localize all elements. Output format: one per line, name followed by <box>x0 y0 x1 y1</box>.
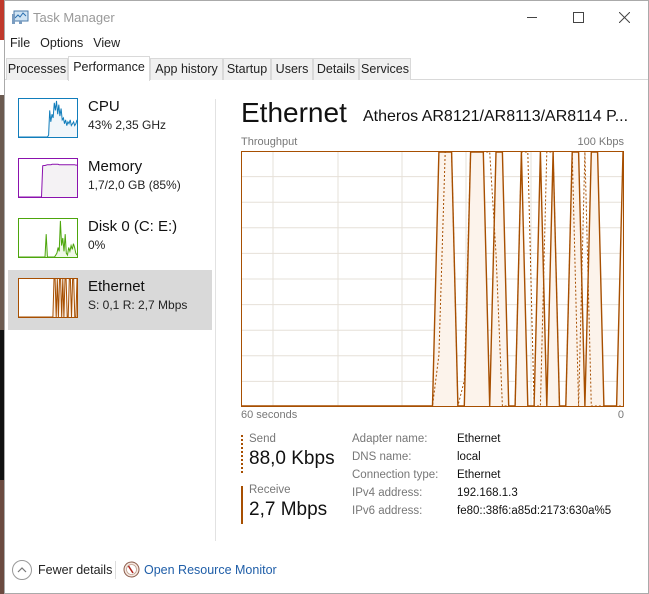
property-key: Connection type: <box>352 469 439 481</box>
receive-value: 2,7 Mbps <box>249 499 328 520</box>
tab-services[interactable]: Services <box>359 58 411 80</box>
title-bar[interactable]: Task Manager <box>5 1 648 33</box>
cpu-thumbnail-graph <box>18 98 78 138</box>
receive-legend-solid-icon <box>241 486 243 524</box>
property-value: 192.168.1.3 <box>457 487 518 499</box>
tab-performance[interactable]: Performance <box>68 56 150 81</box>
fewer-details-link[interactable]: Fewer details <box>38 563 112 577</box>
send-stat: Send 88,0 Kbps <box>241 433 341 473</box>
task-manager-app-icon <box>12 10 29 24</box>
sidebar-item-label: Disk 0 (C: E:) <box>88 218 178 235</box>
sidebar-item-memory[interactable]: Memory 1,7/2,0 GB (85%) <box>8 150 212 210</box>
chevron-up-icon <box>17 567 27 573</box>
sidebar-item-detail: S: 0,1 R: 2,7 Mbps <box>88 298 188 312</box>
property-value: fe80::38f6:a85d:2173:630a%5 <box>457 505 612 517</box>
send-label: Send <box>249 433 276 445</box>
close-button[interactable] <box>601 1 647 33</box>
property-value: Ethernet <box>457 469 501 481</box>
page-title: Ethernet <box>241 97 347 128</box>
thumbnail-line <box>19 278 78 318</box>
sidebar-item-detail: 43% 2,35 GHz <box>88 118 167 132</box>
chart-title: Throughput <box>241 136 298 148</box>
menu-file[interactable]: File <box>5 33 35 53</box>
performance-sidebar: CPU 43% 2,35 GHz Memory 1,7/2,0 GB (85%)… <box>5 81 215 541</box>
tab-startup[interactable]: Startup <box>223 58 271 80</box>
menu-bar: File Options View <box>5 33 125 53</box>
sidebar-item-disk[interactable]: Disk 0 (C: E:) 0% <box>8 210 212 270</box>
property-key: Adapter name: <box>352 433 428 445</box>
fewer-details-button[interactable] <box>12 560 32 580</box>
task-manager-window: Task Manager File Options View Processes… <box>4 0 649 594</box>
sidebar-item-detail: 1,7/2,0 GB (85%) <box>88 178 181 192</box>
property-value: Ethernet <box>457 433 501 445</box>
chart-max-label: 100 Kbps <box>577 136 624 148</box>
maximize-button[interactable] <box>555 1 601 33</box>
footer-bar: Fewer details Open Resource Monitor <box>5 556 648 584</box>
adapter-model: Atheros AR8121/AR8113/AR8114 P... <box>363 108 629 125</box>
receive-stat: Receive 2,7 Mbps <box>241 484 341 524</box>
tab-details[interactable]: Details <box>313 58 359 80</box>
sidebar-item-label: Ethernet <box>88 278 145 295</box>
window-title: Task Manager <box>33 10 115 25</box>
tab-users[interactable]: Users <box>271 58 313 80</box>
tab-app-history[interactable]: App history <box>150 58 223 80</box>
receive-label: Receive <box>249 484 291 496</box>
sidebar-item-ethernet[interactable]: Ethernet S: 0,1 R: 2,7 Mbps <box>8 270 212 330</box>
x-axis-left-label: 60 seconds <box>241 409 298 421</box>
footer-divider <box>115 561 116 579</box>
minimize-icon <box>527 17 537 18</box>
thumbnail-area <box>19 164 77 197</box>
sidebar-item-label: Memory <box>88 158 143 175</box>
throughput-chart-svg <box>241 151 624 407</box>
ethernet-detail-pane: Ethernet Atheros AR8121/AR8113/AR8114 P.… <box>235 91 635 541</box>
tab-processes[interactable]: Processes <box>6 58 68 80</box>
property-key: IPv6 address: <box>352 505 423 517</box>
close-icon <box>618 11 630 23</box>
property-key: DNS name: <box>352 451 412 463</box>
minimize-button[interactable] <box>509 1 555 33</box>
send-value: 88,0 Kbps <box>249 448 335 469</box>
tab-bar: Processes Performance App history Startu… <box>5 56 648 81</box>
sidebar-item-label: CPU <box>88 98 120 115</box>
x-axis-right-label: 0 <box>617 409 624 421</box>
resource-monitor-icon[interactable] <box>123 561 140 578</box>
maximize-icon <box>572 11 584 23</box>
menu-view[interactable]: View <box>88 33 125 53</box>
thumbnail-line <box>19 220 78 258</box>
open-resource-monitor-link[interactable]: Open Resource Monitor <box>144 563 277 577</box>
thumbnail-area <box>19 100 77 137</box>
send-legend-dashed-icon <box>241 435 243 473</box>
sidebar-item-cpu[interactable]: CPU 43% 2,35 GHz <box>8 90 212 150</box>
property-key: IPv4 address: <box>352 487 423 499</box>
sidebar-item-detail: 0% <box>88 238 106 252</box>
ethernet-thumbnail-graph <box>18 278 78 318</box>
pane-divider[interactable] <box>215 99 216 541</box>
memory-thumbnail-graph <box>18 158 78 198</box>
throughput-chart <box>241 151 624 407</box>
menu-options[interactable]: Options <box>35 33 88 53</box>
property-value: local <box>457 451 481 463</box>
disk-thumbnail-graph <box>18 218 78 258</box>
